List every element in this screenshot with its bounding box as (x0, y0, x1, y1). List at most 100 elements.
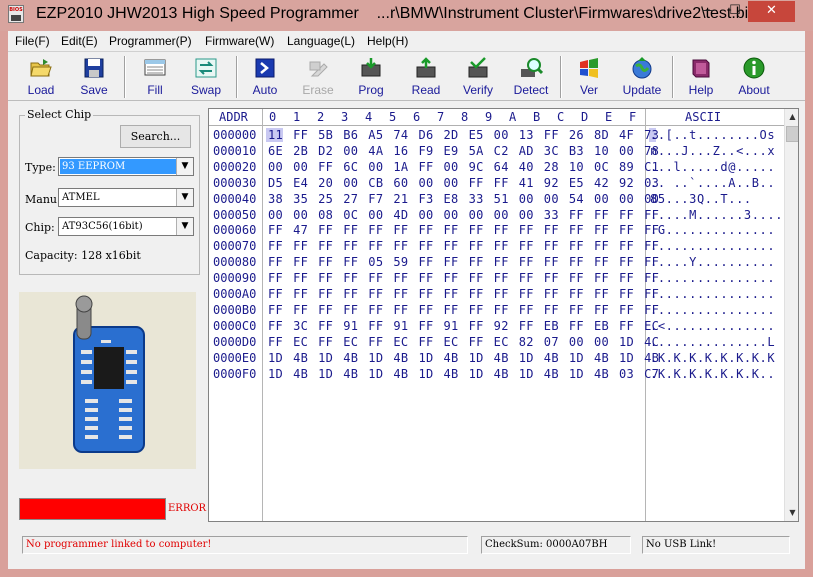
row-ascii[interactable]: .<.............. (650, 319, 775, 335)
swap-label: Swap (190, 83, 222, 97)
erase-button[interactable]: Erase (293, 56, 343, 100)
row-bytes[interactable]: FF 3C FF 91 FF 91 FF 91 FF 92 FF EB FF E… (268, 319, 659, 335)
row-bytes[interactable]: FF EC FF EC FF EC FF EC FF EC 82 07 00 0… (268, 335, 659, 351)
row-ascii[interactable]: .....Y.......... (650, 255, 775, 271)
row-ascii[interactable]: ................ (650, 239, 775, 255)
load-button[interactable]: Load (16, 56, 66, 100)
type-label: Type: (25, 161, 56, 174)
auto-button[interactable]: Auto (240, 56, 290, 100)
chevron-down-icon[interactable]: ▼ (176, 189, 193, 206)
row-ascii[interactable]: .K.K.K.K.K.K.K.K (650, 351, 775, 367)
row-ascii[interactable]: ...l.....d@..... (650, 160, 775, 176)
app-icon[interactable]: BIOS (8, 5, 24, 23)
row-bytes[interactable]: D5 E4 20 00 CB 60 00 00 FF FF 41 92 E5 4… (268, 176, 659, 192)
close-button[interactable]: ✕ (748, 1, 795, 22)
search-button[interactable]: Search... (120, 125, 191, 148)
column-header: 5 (389, 110, 397, 124)
eraser-icon (309, 61, 328, 77)
maximize-button[interactable]: ☐ (722, 1, 748, 22)
chip-select[interactable]: AT93C56(16bit) ▼ (58, 217, 194, 236)
row-ascii[interactable]: .. ..`....A..B.. (650, 176, 775, 192)
chip-read-icon (416, 57, 436, 78)
manu-select[interactable]: ATMEL ▼ (58, 188, 194, 207)
menu-language[interactable]: Language(L) (287, 34, 355, 48)
row-bytes[interactable]: 6E 2B D2 00 4A 16 F9 E9 5A C2 AD 3C B3 1… (268, 144, 659, 160)
read-label: Read (411, 83, 441, 97)
column-header: 9 (485, 110, 493, 124)
help-button[interactable]: Help (676, 56, 726, 100)
status-message: No programmer linked to computer! (22, 536, 468, 554)
prog-button[interactable]: Prog (346, 56, 396, 100)
detect-label: Detect (513, 83, 549, 97)
verify-button[interactable]: Verify (453, 56, 503, 100)
menu-bar: File(F) Edit(E) Programmer(P) Firmware(W… (8, 31, 805, 51)
addr-header: ADDR (219, 110, 248, 124)
row-bytes[interactable]: FF FF FF FF FF FF FF FF FF FF FF FF FF F… (268, 287, 659, 303)
menu-programmer[interactable]: Programmer(P) (109, 34, 192, 48)
save-button[interactable]: Save (69, 56, 119, 100)
swap-button[interactable]: Swap (181, 56, 231, 100)
menu-file[interactable]: File(F) (15, 34, 50, 48)
row-bytes[interactable]: 1D 4B 1D 4B 1D 4B 1D 4B 1D 4B 1D 4B 1D 4… (268, 351, 659, 367)
row-bytes[interactable]: FF FF FF FF FF FF FF FF FF FF FF FF FF F… (268, 303, 659, 319)
row-bytes[interactable]: 38 35 25 27 F7 21 F3 E8 33 51 00 00 54 0… (268, 192, 659, 208)
read-button[interactable]: Read (401, 56, 451, 100)
save-label: Save (80, 83, 108, 97)
swap-icon (195, 58, 217, 78)
row-address: 0000A0 (213, 287, 257, 301)
about-button[interactable]: About (729, 56, 779, 100)
row-ascii[interactable]: ..[..t........Os (650, 128, 775, 144)
row-ascii[interactable]: .G.............. (650, 223, 775, 239)
help-label: Help (688, 83, 714, 97)
floppy-disk-icon (84, 58, 104, 78)
row-ascii[interactable]: 85...3Q..T... (650, 192, 752, 208)
vertical-scrollbar[interactable]: ▲ ▼ (784, 109, 798, 521)
update-button[interactable]: Update (617, 56, 667, 100)
prog-label: Prog (358, 83, 384, 97)
about-label: About (738, 83, 770, 97)
scroll-down-icon[interactable]: ▼ (785, 505, 798, 521)
menu-edit[interactable]: Edit(E) (61, 34, 98, 48)
column-header: 4 (365, 110, 373, 124)
scroll-thumb[interactable] (786, 126, 798, 142)
manu-label: Manu: (25, 193, 61, 206)
row-address: 0000F0 (213, 366, 257, 381)
row-bytes[interactable]: 00 00 FF 6C 00 1A FF 00 9C 64 40 28 10 0… (268, 160, 659, 176)
row-bytes[interactable]: FF FF FF FF FF FF FF FF FF FF FF FF FF F… (268, 239, 659, 255)
row-bytes[interactable]: 00 00 08 0C 00 4D 00 00 00 00 00 33 FF F… (268, 208, 659, 224)
chevron-down-icon[interactable]: ▼ (176, 218, 193, 235)
row-ascii[interactable]: .K.K.K.K.K.K.K.. (650, 367, 775, 383)
magnifier-icon (521, 58, 543, 77)
menu-firmware[interactable]: Firmware(W) (205, 34, 274, 48)
row-bytes[interactable]: FF FF FF FF FF FF FF FF FF FF FF FF FF F… (268, 271, 659, 287)
toolbar-separator (124, 56, 126, 98)
ascii-header: ASCII (685, 110, 722, 124)
minimize-button[interactable]: — (695, 1, 722, 22)
row-bytes[interactable]: FF FF FF FF 05 59 FF FF FF FF FF FF FF F… (268, 255, 659, 271)
row-address: 000050 (213, 207, 257, 222)
detect-button[interactable]: Detect (506, 56, 556, 100)
error-status-bar (19, 498, 166, 520)
row-bytes[interactable]: FF 47 FF FF FF FF FF FF FF FF FF FF FF F… (268, 223, 659, 239)
menu-help[interactable]: Help(H) (367, 34, 408, 48)
row-ascii[interactable]: ................ (650, 303, 775, 319)
type-select[interactable]: 93 EEPROM ▼ (58, 157, 194, 176)
scroll-up-icon[interactable]: ▲ (785, 109, 798, 125)
row-ascii[interactable]: .....M......3.... (650, 208, 783, 224)
folder-open-icon (30, 59, 52, 77)
row-ascii[interactable]: ................ (650, 287, 775, 303)
fill-button[interactable]: Fill (130, 56, 180, 100)
row-ascii[interactable]: ...............L (650, 335, 775, 351)
row-address: 000060 (213, 223, 257, 238)
row-bytes[interactable]: 1D 4B 1D 4B 1D 4B 1D 4B 1D 4B 1D 4B 1D 4… (268, 367, 659, 383)
hex-editor[interactable]: ADDR 0 1 2 3 4 5 6 7 8 9 A B C D E F ASCII 000000 11 FF … (208, 108, 799, 522)
column-header: F (629, 110, 637, 124)
row-ascii[interactable]: n...J...Z..<...x (650, 144, 775, 160)
column-header: 6 (413, 110, 421, 124)
error-label: ERROR (168, 503, 207, 514)
column-header: A (509, 110, 517, 124)
row-bytes[interactable]: 11 FF 5B B6 A5 74 D6 2D E5 00 13 FF 26 8… (268, 128, 659, 144)
row-ascii[interactable]: ................ (650, 271, 775, 287)
ver-button[interactable]: Ver (564, 56, 614, 100)
chevron-down-icon[interactable]: ▼ (176, 158, 193, 175)
